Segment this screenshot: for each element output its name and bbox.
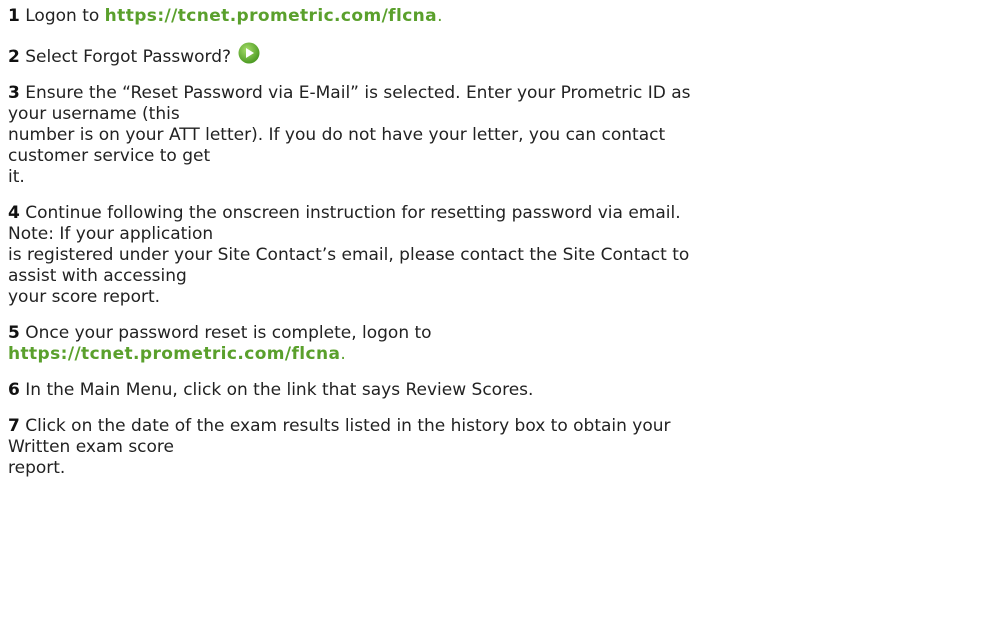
step-text-line: report. [8, 458, 66, 478]
step-number: 2 [8, 47, 20, 67]
step-number: 4 [8, 203, 20, 223]
tcnet-login-link[interactable]: https://tcnet.prometric.com/flcna [8, 344, 340, 364]
step-text: Logon to [25, 6, 105, 26]
step-text-line: Note: If your application [8, 224, 214, 244]
step-text-line: your score report. [8, 287, 161, 307]
step-text-line: number is on your ATT letter). If you do… [8, 125, 666, 145]
step-5: 5 Once your password reset is complete, … [8, 323, 975, 365]
step-text: In the Main Menu, click on the link that… [25, 380, 534, 400]
step-text-line: it. [8, 167, 25, 187]
step-number: 7 [8, 416, 20, 436]
step-text: Select Forgot Password? [25, 47, 232, 67]
step-text-line: assist with accessing [8, 266, 187, 286]
step-number: 3 [8, 83, 20, 103]
step-text: Once your password reset is complete, lo… [25, 323, 432, 343]
tcnet-login-link[interactable]: https://tcnet.prometric.com/flcna [105, 6, 437, 26]
step-text-line: is registered under your Site Contact’s … [8, 245, 690, 265]
step-text-line: Written exam score [8, 437, 175, 457]
step-text-line: Click on the date of the exam results li… [25, 416, 671, 436]
step-7: 7 Click on the date of the exam results … [8, 416, 975, 479]
play-icon [238, 42, 260, 64]
step-number: 1 [8, 6, 20, 26]
step-text-line: your username (this [8, 104, 180, 124]
step-6: 6 In the Main Menu, click on the link th… [8, 380, 975, 401]
step-text-line: Continue following the onscreen instruct… [25, 203, 681, 223]
step-text-line: Ensure the “Reset Password via E-Mail” i… [25, 83, 691, 103]
instructions-page: 1 Logon to https://tcnet.prometric.com/f… [0, 0, 983, 479]
step-punctuation: . [340, 344, 346, 364]
step-number: 5 [8, 323, 20, 343]
step-2: 2 Select Forgot Password? [8, 42, 975, 68]
step-1: 1 Logon to https://tcnet.prometric.com/f… [8, 6, 975, 27]
step-punctuation: . [437, 6, 443, 26]
step-number: 6 [8, 380, 20, 400]
step-3: 3 Ensure the “Reset Password via E-Mail”… [8, 83, 975, 188]
step-link-line: https://tcnet.prometric.com/flcna. [8, 344, 975, 365]
step-4: 4 Continue following the onscreen instru… [8, 203, 975, 308]
step-text-line: customer service to get [8, 146, 211, 166]
